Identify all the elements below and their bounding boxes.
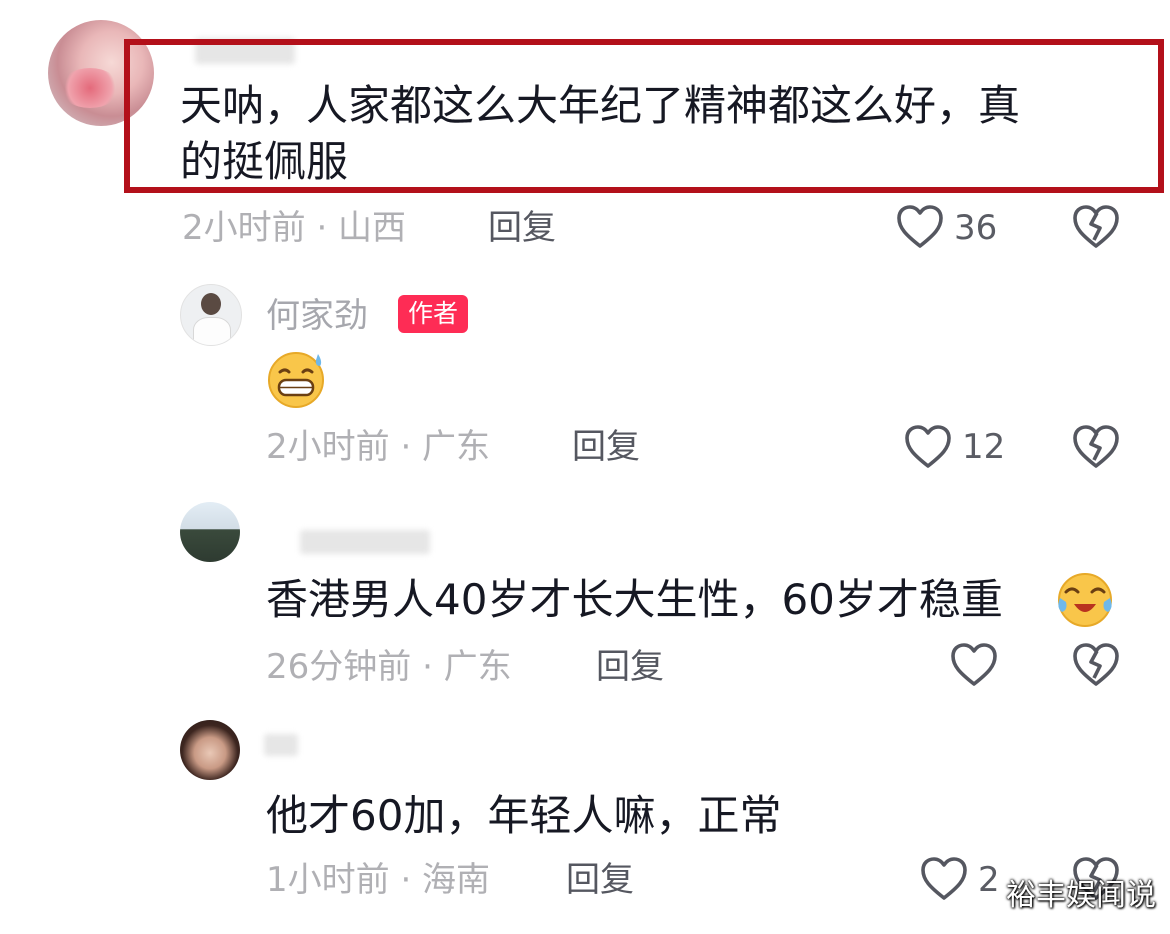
reply-button[interactable]: 回复 [572,427,640,467]
comment-text-line-2: 的挺佩服 [180,137,349,186]
reply-time-location: 2小时前 · 广东 [266,427,491,467]
like-count: 36 [954,208,998,248]
reply-button[interactable]: 回复 [488,208,556,248]
avatar[interactable] [180,502,240,562]
author-name[interactable]: 何家劲 [266,296,368,336]
heart-outline-icon[interactable] [920,856,968,902]
broken-heart-icon[interactable] [1072,642,1120,688]
broken-heart-icon[interactable] [1072,424,1120,470]
reply-time-location: 26分钟前 · 广东 [266,647,512,687]
author-badge: 作者 [398,295,469,333]
avatar-head [201,293,221,315]
heart-outline-icon[interactable] [904,424,952,470]
heart-outline-icon[interactable] [950,642,998,688]
like-count: 2 [978,860,1000,900]
avatar-flowers [60,68,120,108]
reply-text: 他才60加，年轻人嘛，正常 [266,791,782,840]
reply-button[interactable]: 回复 [596,647,664,687]
like-count: 12 [962,427,1006,467]
comment-time-location: 2小时前 · 山西 [182,208,407,248]
username-redacted [300,530,430,554]
heart-outline-icon[interactable] [896,204,944,250]
avatar[interactable] [180,720,240,780]
comment-text-line-1: 天呐，人家都这么大年纪了精神都这么好，真 [180,81,1021,130]
username-redacted [264,734,298,756]
grin-sweat-emoji [266,350,330,408]
broken-heart-icon[interactable] [1072,204,1120,250]
author-avatar[interactable] [180,284,242,346]
reply-time-location: 1小时前 · 海南 [266,860,491,900]
reply-button[interactable]: 回复 [566,860,634,900]
teary-laugh-emoji [1054,572,1116,628]
reply-text: 香港男人40岁才长大生性，60岁才稳重 [266,575,1003,624]
watermark: 裕丰娱闻说 [1006,878,1156,913]
avatar-body [193,317,231,345]
